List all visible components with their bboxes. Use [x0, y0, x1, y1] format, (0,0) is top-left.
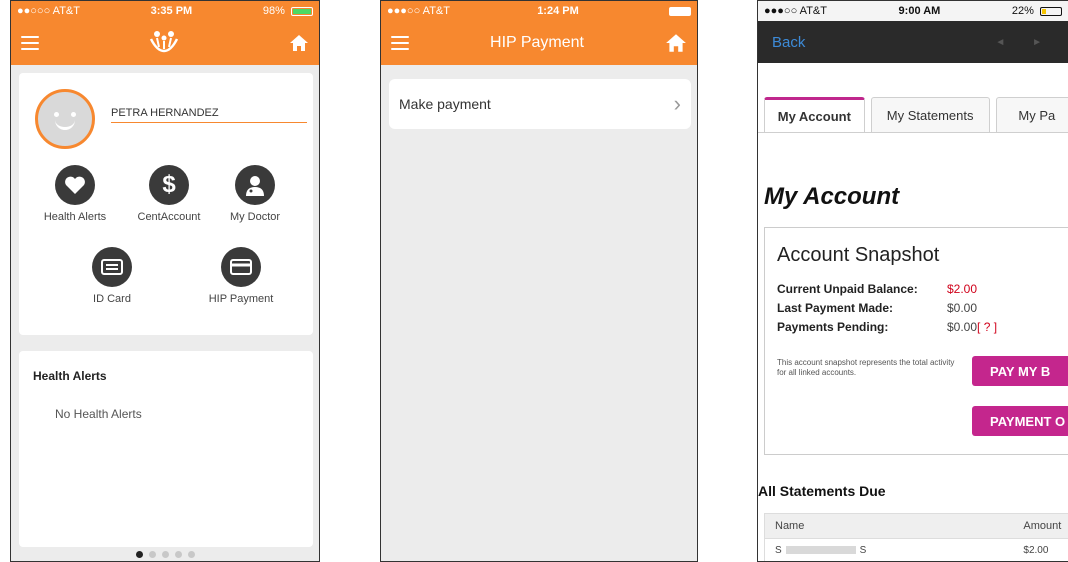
- status-bar: ●●○○○ AT&T 3:35 PM 98%: [11, 1, 319, 21]
- phone-my-account: ●●●○○ AT&T 9:00 AM 22% Back ◄ ► My Accou…: [757, 0, 1068, 562]
- heart-icon: [55, 165, 95, 205]
- carrier: ●●○○○ AT&T: [17, 5, 80, 17]
- hip-payment-button[interactable]: HIP Payment: [201, 247, 281, 305]
- unpaid-balance-value: $2.00: [947, 282, 978, 296]
- column-header: Amount: [1023, 520, 1062, 532]
- clock: 9:00 AM: [898, 5, 941, 17]
- health-alerts-button[interactable]: Health Alerts: [35, 165, 115, 223]
- page-indicator[interactable]: [11, 551, 319, 558]
- battery-percent: 22%: [1011, 5, 1034, 17]
- health-alerts-panel: Health Alerts No Health Alerts: [19, 351, 313, 547]
- battery-indicator: 22%: [1012, 5, 1062, 17]
- page-dot[interactable]: [174, 551, 182, 558]
- battery-icon: [290, 6, 313, 16]
- payment-options-button[interactable]: PAYMENT O: [972, 406, 1068, 436]
- back-button[interactable]: Back: [772, 34, 805, 51]
- tab-my-account[interactable]: My Account: [764, 97, 865, 133]
- carrier: ●●●○○ AT&T: [764, 5, 827, 17]
- profile-card: PETRA HERNANDEZ Health Alerts $ CentAcco…: [19, 73, 313, 335]
- battery-icon: [666, 5, 691, 17]
- battery-icon: [1040, 6, 1062, 16]
- row-label: Payments Pending:: [777, 320, 889, 334]
- statement-amount: $2.00: [1023, 545, 1049, 556]
- nav-arrows-icon[interactable]: ◄ ►: [995, 37, 1054, 48]
- dollar-icon: $: [149, 165, 189, 205]
- statements-table: Name Amount SS $2.00: [764, 513, 1068, 561]
- clock: 3:35 PM: [150, 5, 193, 17]
- battery-indicator: 98%: [263, 5, 313, 17]
- status-bar: ●●●○○ AT&T 1:24 PM: [381, 1, 697, 21]
- page-dot[interactable]: [161, 551, 169, 558]
- account-snapshot-panel: Account Snapshot Current Unpaid Balance:…: [764, 227, 1068, 455]
- battery-percent: 98%: [262, 5, 285, 17]
- name-end: S: [859, 545, 867, 556]
- make-payment-row[interactable]: Make payment ›: [389, 79, 691, 129]
- pending-payment-value: $0.00[ ? ]: [947, 320, 997, 334]
- statement-name: SS: [765, 545, 1023, 556]
- empty-state: No Health Alerts: [55, 407, 142, 421]
- last-payment-value: $0.00: [947, 301, 978, 315]
- carrier: ●●●○○ AT&T: [387, 5, 450, 17]
- home-icon[interactable]: [665, 33, 687, 53]
- row-label: Last Payment Made:: [777, 301, 894, 315]
- section-title: All Statements Due: [758, 483, 886, 499]
- nav-bar: [11, 21, 319, 65]
- status-bar: ●●●○○ AT&T 9:00 AM 22%: [758, 1, 1068, 21]
- tab-my-payments[interactable]: My Pa: [995, 97, 1068, 133]
- id-card-button[interactable]: ID Card: [72, 247, 152, 305]
- credit-card-icon: [221, 247, 261, 287]
- phone-hip-payment: ●●●○○ AT&T 1:24 PM HIP Payment Make paym…: [380, 0, 698, 562]
- doctor-icon: [235, 165, 275, 205]
- section-title: Health Alerts: [33, 369, 107, 383]
- menu-icon[interactable]: [391, 36, 409, 50]
- nav-bar: HIP Payment: [381, 21, 697, 65]
- avatar: [35, 89, 95, 149]
- row-label: Current Unpaid Balance:: [777, 282, 918, 296]
- table-header: Name Amount: [764, 513, 1068, 539]
- menu-item-label: Make payment: [399, 96, 491, 112]
- home-icon[interactable]: [289, 34, 309, 52]
- page-title: HIP Payment: [490, 34, 584, 51]
- icon-label: CentAccount: [137, 211, 201, 223]
- name-start: S: [775, 545, 782, 556]
- snapshot-note: This account snapshot represents the tot…: [777, 358, 955, 377]
- icon-label: My Doctor: [229, 211, 281, 223]
- tab-my-statements[interactable]: My Statements: [870, 97, 990, 133]
- clock: 1:24 PM: [537, 5, 579, 17]
- page-dot[interactable]: [135, 551, 143, 558]
- table-row[interactable]: SS $2.00: [764, 539, 1068, 561]
- pay-my-balance-button[interactable]: PAY MY B: [972, 356, 1068, 386]
- divider: [758, 132, 1068, 133]
- help-link[interactable]: [ ? ]: [977, 320, 997, 334]
- page-dot[interactable]: [187, 551, 195, 558]
- icon-label: HIP Payment: [208, 293, 274, 305]
- column-header: Name: [775, 520, 805, 532]
- icon-label: ID Card: [93, 293, 131, 305]
- my-doctor-button[interactable]: My Doctor: [215, 165, 295, 223]
- redacted-text: [785, 546, 856, 555]
- icon-label: Health Alerts: [43, 211, 107, 223]
- centaccount-button[interactable]: $ CentAccount: [129, 165, 209, 223]
- id-card-icon: [92, 247, 132, 287]
- snapshot-title: Account Snapshot: [777, 244, 940, 266]
- browser-toolbar: Back ◄ ►: [758, 21, 1068, 63]
- pending-amount: $0.00: [947, 320, 978, 334]
- page-dot[interactable]: [148, 551, 156, 558]
- menu-icon[interactable]: [21, 36, 39, 50]
- phone-home-screen: ●●○○○ AT&T 3:35 PM 98% PETRA HERNANDEZ H…: [10, 0, 320, 562]
- chevron-right-icon: ›: [673, 91, 681, 116]
- user-name: PETRA HERNANDEZ: [111, 107, 307, 123]
- logo-icon: [147, 29, 181, 58]
- page-heading: My Account: [764, 183, 900, 210]
- tab-bar: My Account My Statements My Pa: [764, 97, 1068, 133]
